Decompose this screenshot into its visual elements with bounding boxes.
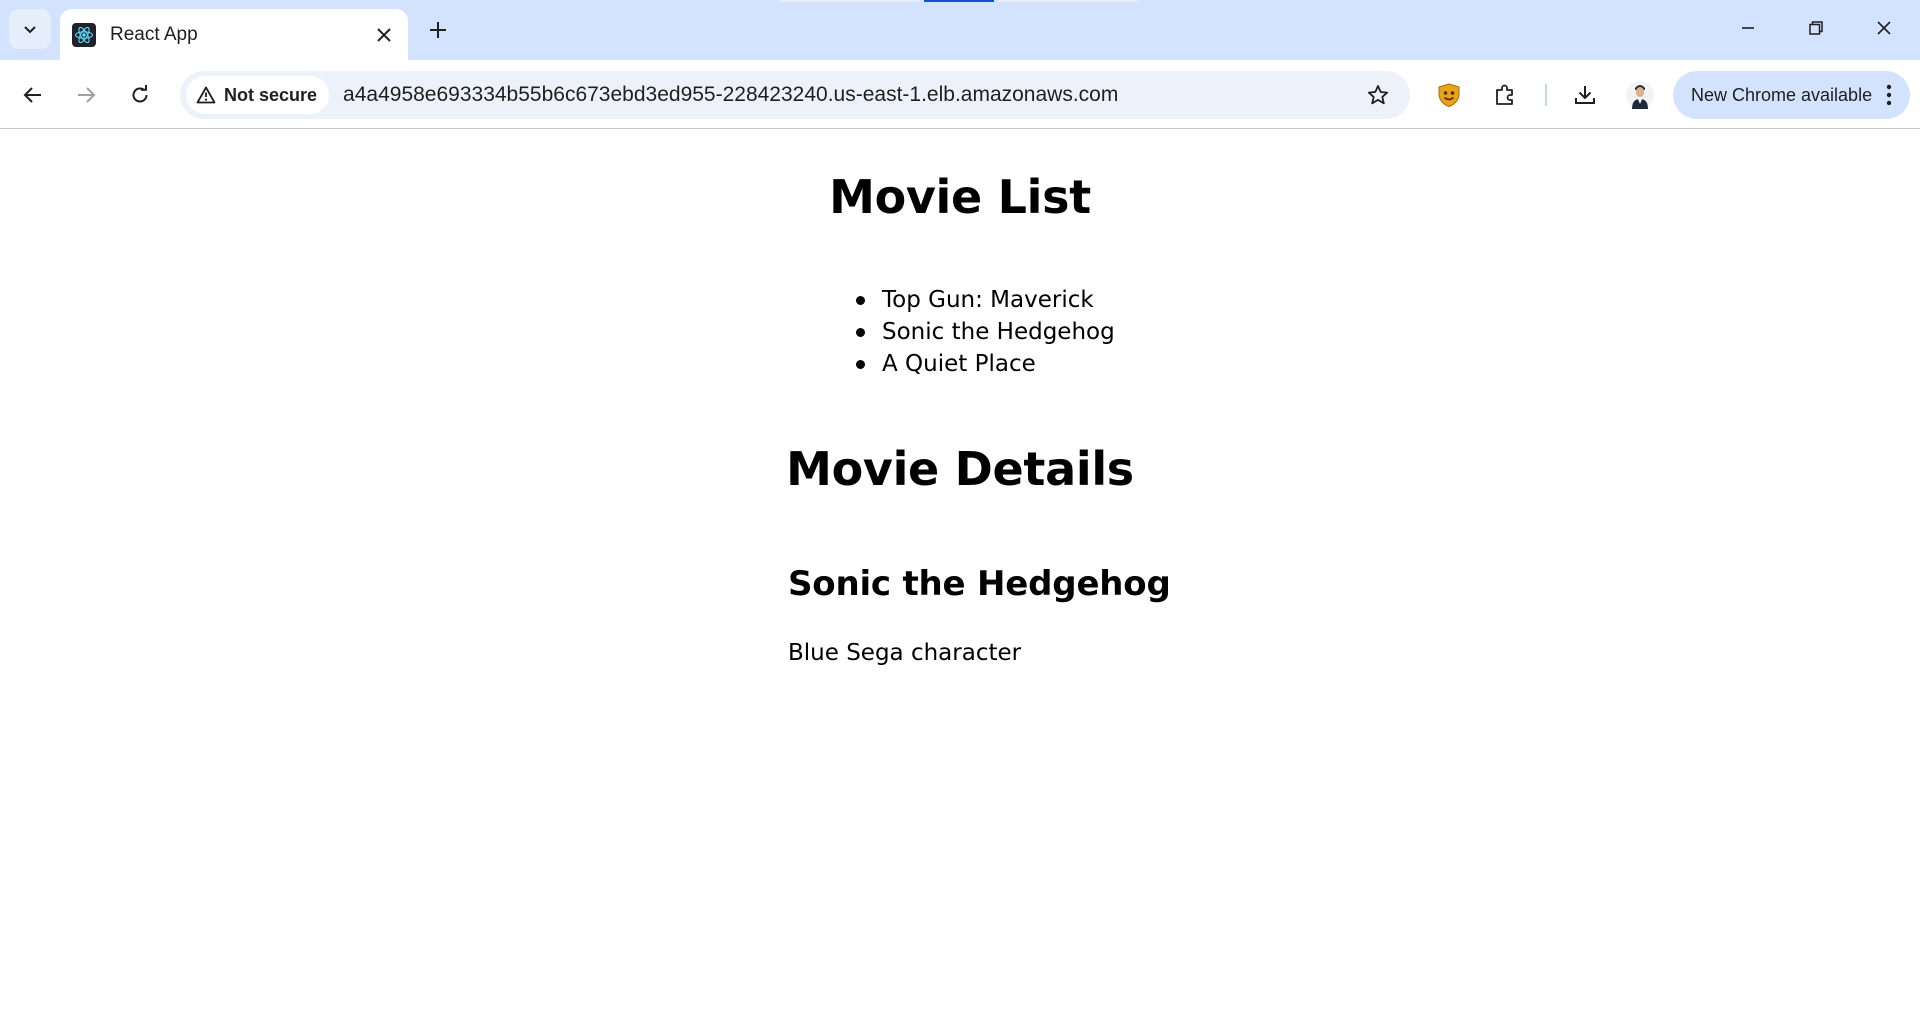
restore-button[interactable]: [1788, 6, 1844, 50]
tab-strip-indicator: [780, 0, 920, 2]
movie-detail-title: Sonic the Hedgehog: [788, 564, 1171, 604]
chevron-down-icon: [24, 26, 36, 34]
reload-button[interactable]: [119, 74, 161, 116]
new-chrome-available-button[interactable]: New Chrome available: [1673, 71, 1910, 119]
movie-list-item[interactable]: A Quiet Place: [856, 348, 1115, 380]
page-content: Movie List Top Gun: Maverick Sonic the H…: [0, 130, 1920, 1020]
restore-icon: [1809, 21, 1823, 35]
tab-search-button[interactable]: [9, 9, 51, 49]
site-info-button[interactable]: Not secure: [186, 76, 330, 114]
address-bar[interactable]: Not secure a4a4958e693334b55b6c673ebd3ed…: [180, 71, 1410, 119]
reload-icon: [132, 85, 148, 103]
shield-extension-icon: [1438, 83, 1460, 108]
movie-list: Top Gun: Maverick Sonic the Hedgehog A Q…: [856, 284, 1115, 380]
download-icon: [1575, 86, 1595, 104]
close-icon: [1877, 21, 1891, 35]
downloads-button[interactable]: [1564, 74, 1606, 116]
avatar: [1626, 81, 1654, 109]
arrow-left-icon: [23, 87, 41, 103]
menu-button[interactable]: [1874, 75, 1904, 115]
movie-list-item[interactable]: Sonic the Hedgehog: [856, 316, 1115, 348]
movie-list-heading: Movie List: [829, 170, 1091, 224]
tab-strip: React App: [0, 0, 1920, 60]
plus-icon: [430, 22, 446, 38]
minimize-icon: [1742, 27, 1754, 29]
url-text[interactable]: a4a4958e693334b55b6c673ebd3ed955-2284232…: [343, 83, 1358, 107]
close-icon: [377, 27, 391, 42]
forward-button[interactable]: [65, 74, 107, 116]
active-tab[interactable]: React App: [60, 9, 408, 60]
arrow-right-icon: [78, 87, 96, 103]
star-icon: [1367, 85, 1389, 105]
tab-strip-indicator-active: [924, 0, 994, 2]
security-label: Not secure: [224, 84, 318, 105]
update-label: New Chrome available: [1691, 84, 1873, 105]
browser-toolbar: Not secure a4a4958e693334b55b6c673ebd3ed…: [0, 60, 1920, 129]
minimize-button[interactable]: [1720, 6, 1776, 50]
react-icon: [72, 22, 96, 47]
tab-title: React App: [110, 23, 198, 45]
close-window-button[interactable]: [1856, 6, 1912, 50]
puzzle-icon: [1496, 84, 1513, 105]
new-tab-button[interactable]: [418, 12, 458, 48]
warning-icon: [196, 86, 216, 104]
tab-close-button[interactable]: [368, 19, 400, 51]
extension-shield-button[interactable]: [1428, 74, 1470, 116]
profile-button[interactable]: [1619, 74, 1661, 116]
extensions-button[interactable]: [1484, 74, 1526, 116]
more-vertical-icon: [1886, 84, 1892, 106]
movie-list-item[interactable]: Top Gun: Maverick: [856, 284, 1115, 316]
back-button[interactable]: [12, 74, 54, 116]
toolbar-divider: [1545, 84, 1547, 106]
movie-details-heading: Movie Details: [786, 442, 1134, 496]
movie-detail-description: Blue Sega character: [788, 640, 1022, 666]
tab-strip-indicator: [998, 0, 1138, 2]
bookmark-button[interactable]: [1358, 75, 1398, 115]
